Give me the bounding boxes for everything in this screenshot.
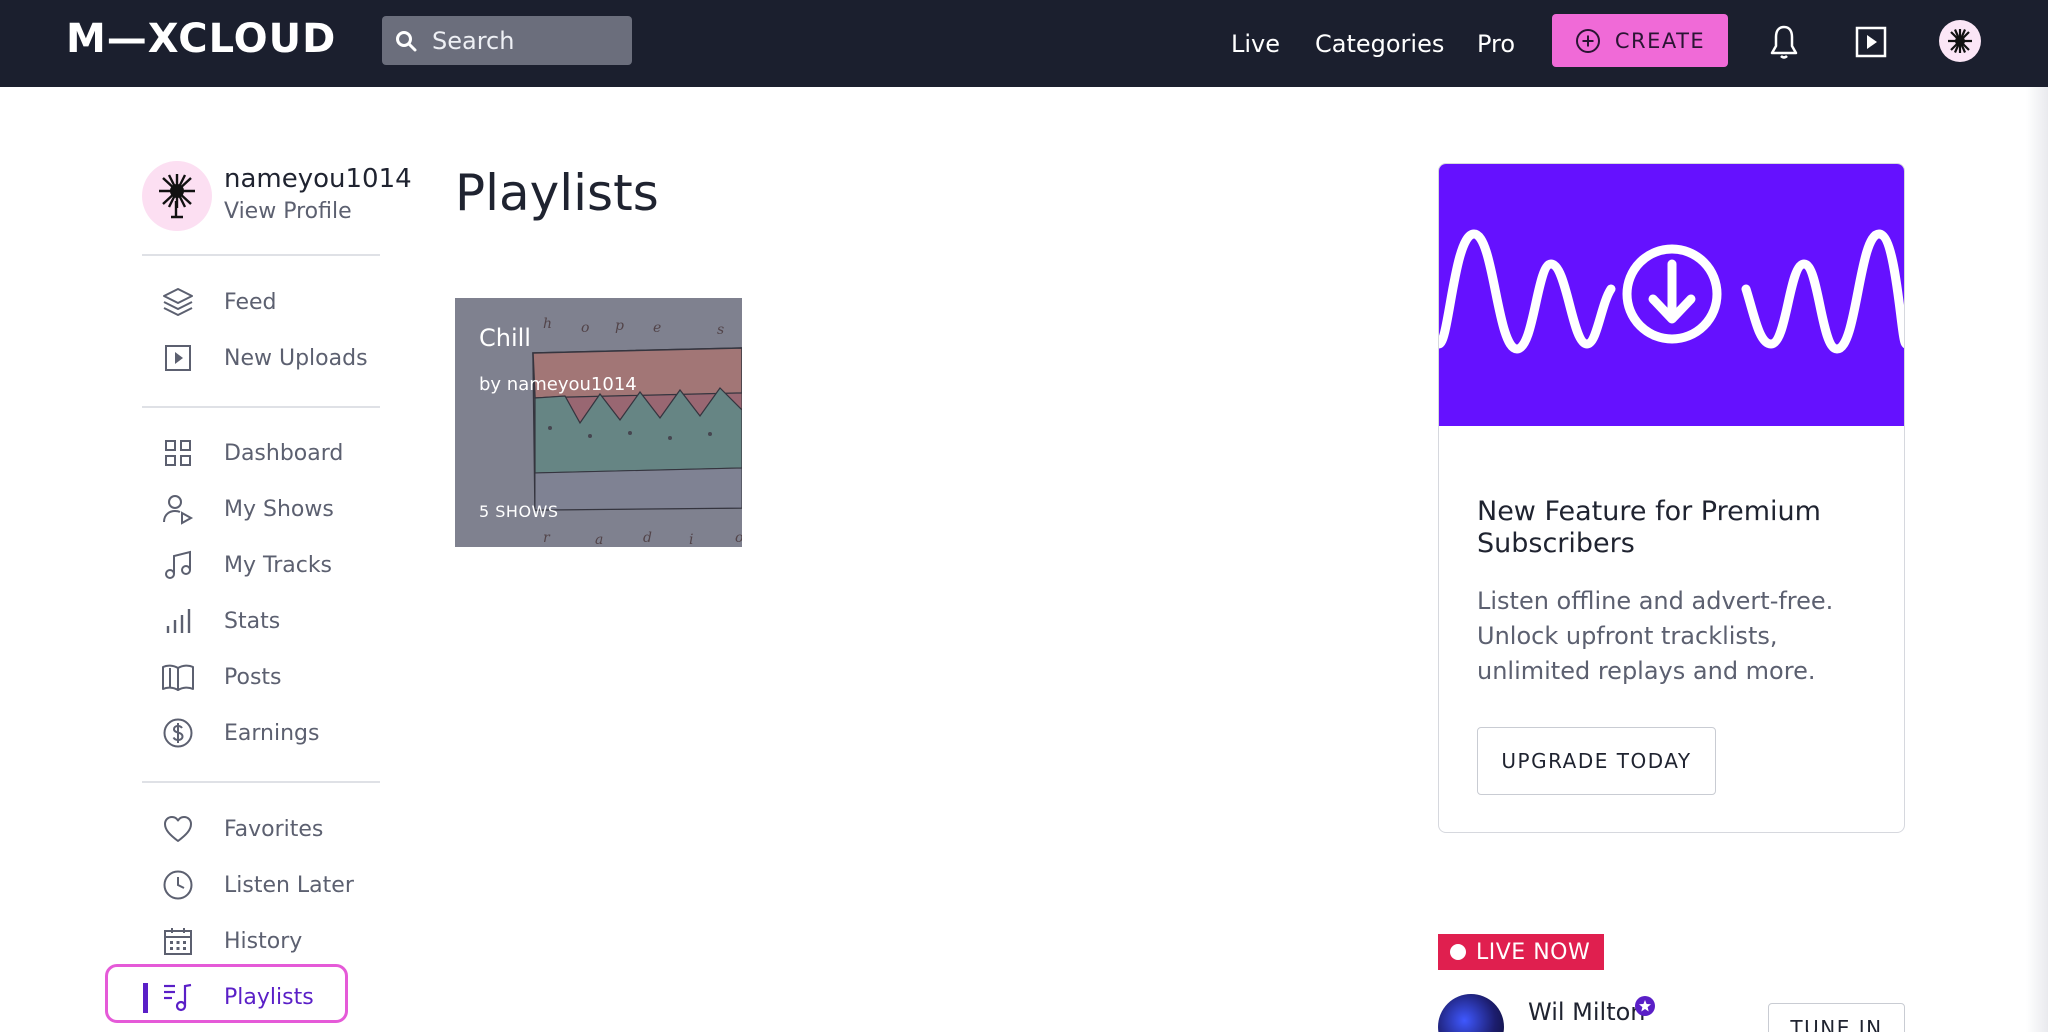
playlist-card[interactable]: hopesradio Chill by nameyou1014 5 SHOWS	[455, 298, 742, 547]
live-now-badge: LIVE NOW	[1438, 934, 1604, 970]
sidebar-item-listen-later[interactable]: Listen Later	[142, 862, 382, 908]
live-artist-name[interactable]: Wil Milton	[1528, 998, 1646, 1026]
music-note-icon	[160, 547, 196, 583]
sidebar-item-label: My Shows	[224, 496, 334, 522]
sidebar-item-history[interactable]: History	[142, 918, 382, 964]
sidebar-item-label: Dashboard	[224, 440, 344, 466]
grid-icon	[160, 435, 196, 471]
playlist-title: Chill	[479, 324, 531, 352]
playlist-icon	[160, 979, 196, 1015]
premium-promo-card: New Feature for Premium Subscribers List…	[1438, 163, 1905, 833]
top-bar: M—XCLOUD Live Categories Pro CREATE	[0, 0, 2048, 87]
plus-circle-icon	[1575, 28, 1601, 54]
play-queue-icon[interactable]	[1851, 22, 1891, 62]
sidebar-item-earnings[interactable]: Earnings	[142, 710, 382, 756]
sidebar-item-new-uploads[interactable]: New Uploads	[142, 335, 382, 381]
download-wave-icon	[1439, 229, 1904, 354]
scrollbar-track[interactable]	[2026, 87, 2048, 1032]
sidebar-item-label: Posts	[224, 664, 282, 690]
sidebar-item-playlists[interactable]: Playlists	[142, 974, 382, 1020]
nav-live[interactable]: Live	[1231, 0, 1280, 87]
heart-icon	[160, 811, 196, 847]
profile-username: nameyou1014	[224, 164, 412, 194]
sidebar-item-label: Earnings	[224, 720, 320, 746]
layers-icon	[160, 284, 196, 320]
search-input[interactable]	[432, 26, 612, 55]
playlist-show-count: 5 SHOWS	[479, 502, 559, 521]
page-title: Playlists	[455, 164, 659, 222]
sidebar-item-label: New Uploads	[224, 345, 368, 371]
sidebar-divider	[142, 254, 380, 256]
user-play-icon	[160, 491, 196, 527]
nav-pro[interactable]: Pro	[1477, 0, 1515, 87]
sidebar-item-posts[interactable]: Posts	[142, 654, 382, 700]
upgrade-button[interactable]: UPGRADE TODAY	[1477, 727, 1716, 795]
calendar-icon	[160, 923, 196, 959]
clock-icon	[160, 867, 196, 903]
user-avatar-icon[interactable]	[1939, 20, 1981, 62]
view-profile-link[interactable]: View Profile	[224, 199, 352, 224]
sidebar-item-my-shows[interactable]: My Shows	[142, 486, 382, 532]
play-square-icon	[160, 340, 196, 376]
create-button[interactable]: CREATE	[1552, 14, 1728, 67]
verified-star-icon	[1635, 996, 1655, 1016]
bell-icon[interactable]	[1764, 22, 1804, 62]
promo-banner	[1439, 164, 1904, 426]
bar-chart-icon	[160, 603, 196, 639]
sidebar-item-label: Favorites	[224, 816, 324, 842]
profile-avatar[interactable]	[142, 161, 212, 231]
sidebar-item-dashboard[interactable]: Dashboard	[142, 430, 382, 476]
live-dot-icon	[1450, 944, 1466, 960]
sidebar-item-label: My Tracks	[224, 552, 333, 578]
sidebar-item-label: Stats	[224, 608, 281, 634]
sidebar-item-favorites[interactable]: Favorites	[142, 806, 382, 852]
playlist-owner: by nameyou1014	[479, 374, 637, 395]
book-icon	[160, 659, 196, 695]
promo-body: Listen offline and advert-free. Unlock u…	[1477, 587, 1834, 685]
promo-title: New Feature for Premium Subscribers	[1477, 496, 1821, 559]
sidebar-item-feed[interactable]: Feed	[142, 279, 382, 325]
sidebar-divider	[142, 406, 380, 408]
live-badge-label: LIVE NOW	[1476, 939, 1591, 965]
dollar-circle-icon	[160, 715, 196, 751]
live-artist-avatar[interactable]	[1438, 994, 1504, 1032]
create-label: CREATE	[1614, 28, 1706, 53]
sidebar-item-label: Listen Later	[224, 872, 354, 898]
sidebar-item-label: Playlists	[224, 984, 314, 1010]
tune-in-button[interactable]: TUNE IN	[1768, 1003, 1905, 1032]
sidebar-item-label: Feed	[224, 289, 277, 315]
nav-categories[interactable]: Categories	[1315, 0, 1444, 87]
search-box[interactable]	[382, 16, 632, 65]
search-icon	[392, 27, 420, 55]
mixcloud-logo[interactable]: M—XCLOUD	[66, 16, 336, 62]
sidebar-item-stats[interactable]: Stats	[142, 598, 382, 644]
sidebar-divider	[142, 781, 380, 783]
sidebar-item-my-tracks[interactable]: My Tracks	[142, 542, 382, 588]
sidebar-item-label: History	[224, 928, 303, 954]
